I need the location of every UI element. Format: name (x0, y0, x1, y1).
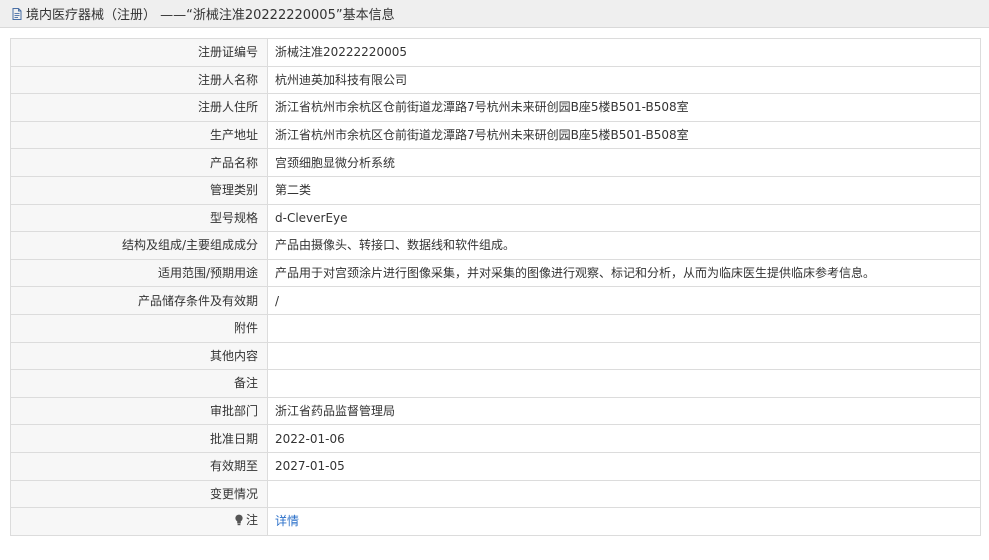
row-value: 浙江省杭州市余杭区仓前街道龙潭路7号杭州未来研创园B座5楼B501-B508室 (267, 120, 981, 150)
table-row: 生产地址 浙江省杭州市余杭区仓前街道龙潭路7号杭州未来研创园B座5楼B501-B5… (10, 120, 981, 150)
row-value: 杭州迪英加科技有限公司 (267, 65, 981, 95)
row-label: 适用范围/预期用途 (10, 258, 268, 288)
table-row: 附件 (10, 313, 981, 343)
row-value: 浙江省药品监督管理局 (267, 396, 981, 426)
row-value: / (267, 286, 981, 315)
table-row: 结构及组成/主要组成成分 产品由摄像头、转接口、数据线和软件组成。 (10, 231, 981, 260)
page-header: 境内医疗器械（注册） ——“浙械注准20222220005”基本信息 (0, 0, 989, 28)
row-label: 注册证编号 (10, 38, 268, 67)
table-row: 适用范围/预期用途 产品用于对宫颈涂片进行图像采集，并对采集的图像进行观察、标记和… (10, 258, 981, 288)
note-label-cell: 注 (10, 507, 268, 536)
row-label: 结构及组成/主要组成成分 (10, 231, 268, 260)
note-label-text: 注 (245, 513, 258, 528)
table-row: 管理类别 第二类 (10, 175, 981, 205)
table-row: 型号规格 d-CleverEye (10, 203, 981, 233)
row-value (267, 479, 981, 509)
row-label: 变更情况 (10, 479, 268, 509)
row-value: 浙械注准20222220005 (267, 38, 981, 67)
row-label: 附件 (10, 313, 268, 343)
table-row: 批准日期 2022-01-06 (10, 424, 981, 453)
table-row: 注册证编号 浙械注准20222220005 (10, 38, 981, 67)
info-table-container: 注册证编号 浙械注准20222220005 注册人名称 杭州迪英加科技有限公司 注册… (10, 38, 981, 536)
row-label: 其他内容 (10, 341, 268, 371)
note-label: 注 (234, 513, 258, 527)
row-label: 产品名称 (10, 148, 268, 177)
info-table: 注册证编号 浙械注准20222220005 注册人名称 杭州迪英加科技有限公司 注册… (10, 38, 981, 536)
row-label: 注册人住所 (10, 93, 268, 122)
row-value (267, 313, 981, 343)
note-row: 注 详情 (10, 507, 981, 536)
row-value: 2027-01-05 (267, 451, 981, 481)
table-row: 注册人住所 浙江省杭州市余杭区仓前街道龙潭路7号杭州未来研创园B座5楼B501-B… (10, 93, 981, 122)
row-value: d-CleverEye (267, 203, 981, 233)
detail-link[interactable]: 详情 (275, 514, 299, 528)
row-label: 生产地址 (10, 120, 268, 150)
table-row: 有效期至 2027-01-05 (10, 451, 981, 481)
row-value: 宫颈细胞显微分析系统 (267, 148, 981, 177)
row-value (267, 369, 981, 398)
table-row: 备注 (10, 369, 981, 398)
table-row: 产品储存条件及有效期 / (10, 286, 981, 315)
row-value: 2022-01-06 (267, 424, 981, 453)
row-label: 注册人名称 (10, 65, 268, 95)
table-row: 审批部门 浙江省药品监督管理局 (10, 396, 981, 426)
row-value: 浙江省杭州市余杭区仓前街道龙潭路7号杭州未来研创园B座5楼B501-B508室 (267, 93, 981, 122)
table-row: 变更情况 (10, 479, 981, 509)
row-label: 备注 (10, 369, 268, 398)
row-label: 产品储存条件及有效期 (10, 286, 268, 315)
table-row: 注册人名称 杭州迪英加科技有限公司 (10, 65, 981, 95)
document-icon (12, 7, 22, 20)
row-label: 有效期至 (10, 451, 268, 481)
row-label: 管理类别 (10, 175, 268, 205)
row-label: 型号规格 (10, 203, 268, 233)
table-row: 其他内容 (10, 341, 981, 371)
row-value (267, 341, 981, 371)
table-row: 产品名称 宫颈细胞显微分析系统 (10, 148, 981, 177)
page-title: 境内医疗器械（注册） ——“浙械注准20222220005”基本信息 (26, 8, 395, 23)
row-value: 第二类 (267, 175, 981, 205)
note-value: 详情 (267, 507, 981, 536)
row-value: 产品用于对宫颈涂片进行图像采集，并对采集的图像进行观察、标记和分析，从而为临床医… (267, 258, 981, 288)
lightbulb-icon (235, 514, 243, 526)
row-label: 审批部门 (10, 396, 268, 426)
row-value: 产品由摄像头、转接口、数据线和软件组成。 (267, 231, 981, 260)
row-label: 批准日期 (10, 424, 268, 453)
